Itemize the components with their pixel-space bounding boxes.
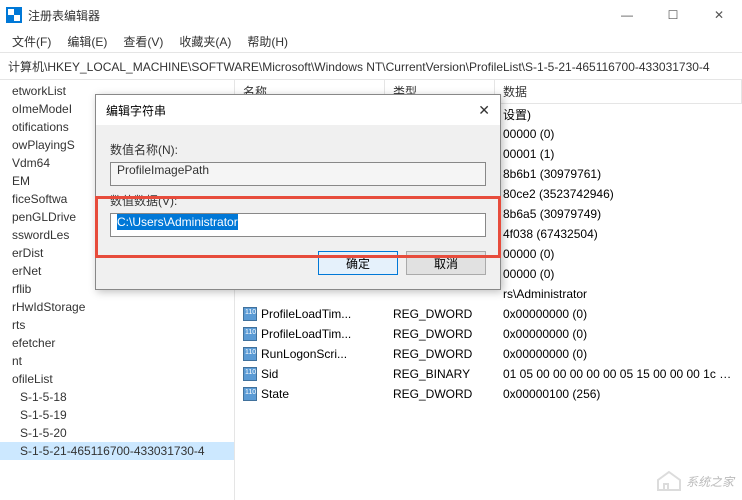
minimize-button[interactable]: —	[604, 0, 650, 30]
tree-item[interactable]: rts	[0, 316, 234, 334]
cancel-button[interactable]: 取消	[406, 251, 486, 275]
tree-item-selected[interactable]: S-1-5-21-465116700-433031730-4	[0, 442, 234, 460]
menu-help[interactable]: 帮助(H)	[241, 31, 294, 52]
tree-item[interactable]: S-1-5-19	[0, 406, 234, 424]
reg-binary-icon	[243, 367, 257, 381]
reg-dword-icon	[243, 387, 257, 401]
ok-button[interactable]: 确定	[318, 251, 398, 275]
menu-edit[interactable]: 编辑(E)	[61, 31, 113, 52]
col-data-header[interactable]: 数据	[495, 80, 742, 103]
tree-item[interactable]: efetcher	[0, 334, 234, 352]
tree-item[interactable]: S-1-5-18	[0, 388, 234, 406]
menu-view[interactable]: 查看(V)	[117, 31, 169, 52]
window-title: 注册表编辑器	[28, 7, 100, 24]
dialog-close-button[interactable]: ✕	[478, 102, 490, 119]
dialog-titlebar: 编辑字符串 ✕	[96, 95, 500, 125]
menu-favorites[interactable]: 收藏夹(A)	[173, 31, 237, 52]
tree-item[interactable]: rHwIdStorage	[0, 298, 234, 316]
table-row[interactable]: RunLogonScri...REG_DWORD0x00000000 (0)	[235, 344, 742, 364]
value-data-input[interactable]: C:\Users\Administrator	[110, 213, 486, 237]
tree-item-profilelist[interactable]: ofileList	[0, 370, 234, 388]
app-icon	[6, 7, 22, 23]
dialog-title-text: 编辑字符串	[106, 102, 166, 119]
table-row[interactable]: StateREG_DWORD0x00000100 (256)	[235, 384, 742, 404]
reg-dword-icon	[243, 347, 257, 361]
value-data-label: 数值数据(V):	[110, 192, 486, 209]
table-row[interactable]: ProfileLoadTim...REG_DWORD0x00000000 (0)	[235, 304, 742, 324]
reg-dword-icon	[243, 327, 257, 341]
table-row[interactable]: ProfileLoadTim...REG_DWORD0x00000000 (0)	[235, 324, 742, 344]
edit-string-dialog: 编辑字符串 ✕ 数值名称(N): ProfileImagePath 数值数据(V…	[95, 94, 501, 290]
window-titlebar: 注册表编辑器 — ☐ ✕	[0, 0, 742, 30]
reg-dword-icon	[243, 307, 257, 321]
table-row[interactable]: SidREG_BINARY01 05 00 00 00 00 00 05 15 …	[235, 364, 742, 384]
value-name-input[interactable]: ProfileImagePath	[110, 162, 486, 186]
value-name-label: 数值名称(N):	[110, 141, 486, 158]
tree-item[interactable]: nt	[0, 352, 234, 370]
tree-item[interactable]: S-1-5-20	[0, 424, 234, 442]
menubar: 文件(F) 编辑(E) 查看(V) 收藏夹(A) 帮助(H)	[0, 30, 742, 52]
address-bar[interactable]: 计算机\HKEY_LOCAL_MACHINE\SOFTWARE\Microsof…	[0, 52, 742, 80]
menu-file[interactable]: 文件(F)	[6, 31, 57, 52]
close-button[interactable]: ✕	[696, 0, 742, 30]
maximize-button[interactable]: ☐	[650, 0, 696, 30]
